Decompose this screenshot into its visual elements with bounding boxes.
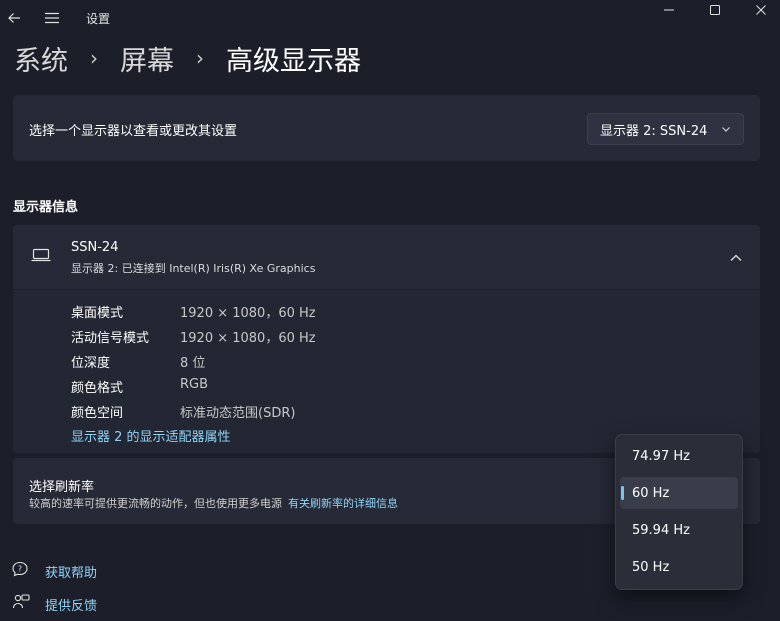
- info-row-color-format: 颜色格式 RGB: [71, 377, 208, 397]
- maximize-button[interactable]: [700, 0, 730, 20]
- info-value: RGB: [180, 377, 209, 392]
- display-name: SSN-24: [71, 240, 119, 255]
- adapter-properties-link[interactable]: 显示器 2 的显示适配器属性: [71, 426, 231, 445]
- title-bar: 设置: [0, 0, 780, 36]
- info-value: 8 位: [180, 356, 206, 371]
- chevron-up-icon[interactable]: [727, 249, 745, 267]
- select-display-card: 选择一个显示器以查看或更改其设置 显示器 2: SSN-24: [13, 95, 760, 161]
- info-key: 活动信号模式: [71, 331, 150, 346]
- display-info-card: SSN-24 显示器 2: 已连接到 Intel(R) Iris(R) Xe G…: [13, 225, 760, 453]
- help-icon: ?: [12, 560, 30, 582]
- refresh-rate-description: 较高的速率可提供更流畅的动作，但也使用更多电源 有关刷新率的详细信息: [29, 495, 398, 511]
- breadcrumb-separator: ›: [196, 46, 204, 70]
- breadcrumb-item-system[interactable]: 系统: [14, 39, 68, 78]
- info-key: 位深度: [71, 356, 111, 371]
- breadcrumb: 系统 › 屏幕 › 高级显示器: [14, 38, 361, 78]
- chevron-down-icon: [721, 123, 731, 138]
- info-row-color-space: 颜色空间 标准动态范围(SDR): [71, 402, 295, 422]
- svg-text:?: ?: [18, 565, 22, 574]
- section-title-display-info: 显示器信息: [13, 200, 79, 215]
- breadcrumb-item-display[interactable]: 屏幕: [120, 39, 174, 78]
- hamburger-menu-icon[interactable]: [40, 6, 64, 30]
- refresh-option-59-94hz[interactable]: 59.94 Hz: [620, 514, 738, 546]
- select-display-label: 选择一个显示器以查看或更改其设置: [29, 124, 238, 139]
- info-row-desktop-mode: 桌面模式 1920 × 1080，60 Hz: [71, 302, 316, 322]
- refresh-rate-description-text: 较高的速率可提供更流畅的动作，但也使用更多电源: [29, 497, 282, 510]
- info-value: 1920 × 1080，60 Hz: [180, 331, 316, 346]
- info-row-active-signal-mode: 活动信号模式 1920 × 1080，60 Hz: [71, 327, 316, 347]
- info-key: 颜色格式: [71, 381, 124, 396]
- give-feedback-label: 提供反馈: [45, 598, 98, 614]
- refresh-option-60hz[interactable]: 60 Hz: [620, 477, 738, 509]
- info-key: 桌面模式: [71, 306, 124, 321]
- refresh-option-label: 60 Hz: [632, 485, 670, 501]
- close-button[interactable]: [746, 0, 776, 20]
- window-title: 设置: [86, 12, 111, 26]
- selected-indicator: [621, 486, 624, 500]
- back-arrow-icon[interactable]: [2, 6, 26, 30]
- get-help-label: 获取帮助: [45, 565, 98, 581]
- display-subtitle: 显示器 2: 已连接到 Intel(R) Iris(R) Xe Graphics: [71, 262, 316, 275]
- info-value: 标准动态范围(SDR): [180, 406, 296, 421]
- laptop-icon: [31, 247, 51, 267]
- get-help-link[interactable]: ? 获取帮助: [12, 560, 97, 582]
- breadcrumb-separator: ›: [90, 46, 98, 70]
- display-dropdown-value: 显示器 2: SSN-24: [600, 123, 708, 139]
- give-feedback-link[interactable]: 提供反馈: [12, 593, 97, 615]
- refresh-rate-details-link[interactable]: 有关刷新率的详细信息: [288, 497, 398, 510]
- display-dropdown[interactable]: 显示器 2: SSN-24: [587, 113, 744, 145]
- page-title: 高级显示器: [226, 45, 361, 77]
- minimize-button[interactable]: [654, 0, 684, 20]
- refresh-rate-title: 选择刷新率: [29, 480, 95, 495]
- refresh-option-74-97hz[interactable]: 74.97 Hz: [620, 440, 738, 472]
- display-info-header[interactable]: SSN-24 显示器 2: 已连接到 Intel(R) Iris(R) Xe G…: [13, 225, 760, 290]
- info-value: 1920 × 1080，60 Hz: [180, 306, 316, 321]
- refresh-rate-dropdown-menu: 74.97 Hz 60 Hz 59.94 Hz 50 Hz: [615, 434, 743, 590]
- info-key: 颜色空间: [71, 406, 124, 421]
- feedback-icon: [12, 593, 30, 615]
- refresh-option-50hz[interactable]: 50 Hz: [620, 551, 738, 583]
- info-row-bit-depth: 位深度 8 位: [71, 352, 205, 372]
